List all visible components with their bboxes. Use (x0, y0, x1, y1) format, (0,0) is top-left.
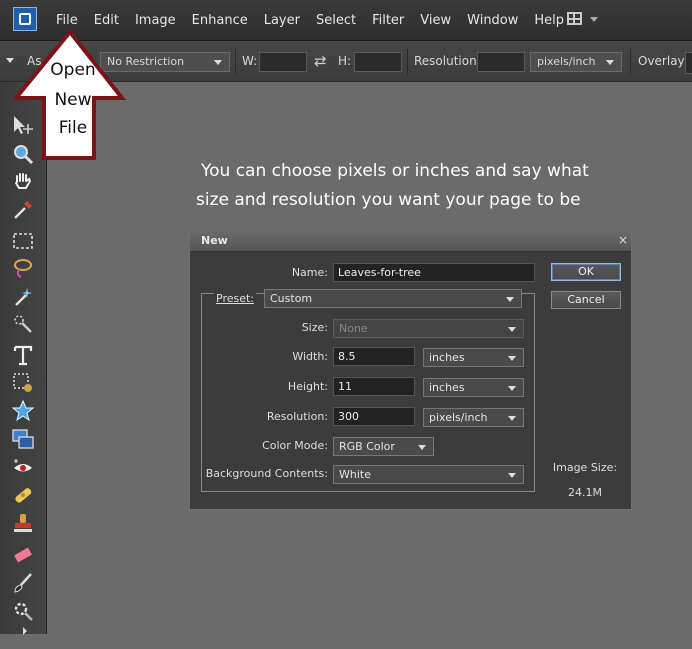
type-tool-icon[interactable] (11, 343, 35, 367)
swap-icon[interactable]: ⇄ (314, 52, 327, 70)
width-label: Width: (292, 350, 328, 363)
background-contents-value: White (339, 468, 371, 481)
height-input[interactable]: 11 (333, 377, 415, 396)
chevron-down-icon (418, 445, 426, 450)
instruction-line-1: You can choose pixels or inches and say … (201, 161, 589, 181)
width-unit-select[interactable]: inches (423, 348, 524, 367)
chevron-down-icon (508, 386, 516, 391)
chevron-down-icon (508, 416, 516, 421)
chevron-down-icon (590, 17, 598, 22)
lasso-tool-icon[interactable] (11, 257, 35, 281)
cancel-button[interactable]: Cancel (551, 291, 621, 309)
menu-window[interactable]: Window (459, 13, 526, 28)
pencil-tool-icon[interactable] (11, 625, 35, 649)
height-label: H: (338, 54, 352, 68)
width-label: W: (242, 54, 258, 68)
background-contents-select[interactable]: White (333, 465, 524, 484)
menu-select[interactable]: Select (308, 13, 364, 28)
divider (407, 49, 408, 75)
crop-tool-icon[interactable] (11, 371, 35, 395)
divider (630, 49, 631, 75)
image-size-value: 24.1M (568, 486, 602, 499)
hand-tool-icon[interactable] (11, 170, 35, 194)
menu-layer[interactable]: Layer (256, 13, 308, 28)
layout-grid-icon (567, 12, 582, 25)
resolution-label: Resolution: (414, 54, 481, 68)
chevron-down-icon (508, 356, 516, 361)
divider (235, 49, 236, 75)
close-icon[interactable]: × (618, 233, 628, 247)
preset-label: Preset: (214, 292, 257, 305)
magic-wand-tool-icon[interactable] (11, 285, 35, 309)
toolbox (0, 82, 47, 635)
color-mode-value: RGB Color (339, 440, 395, 453)
resolution-unit-value: pixels/inch (537, 55, 596, 68)
menu-image[interactable]: Image (127, 13, 184, 28)
marquee-tool-icon[interactable] (11, 229, 35, 253)
healing-brush-tool-icon[interactable] (11, 483, 35, 507)
resolution-label: Resolution: (266, 410, 328, 423)
width-input[interactable] (259, 52, 307, 72)
resolution-unit-select[interactable]: pixels/inch (530, 52, 622, 72)
new-file-dialog: New × Name: Leaves-for-tree Preset: Cust… (189, 230, 632, 510)
recompose-tool-icon[interactable] (11, 427, 35, 451)
background-contents-label: Background Contents: (205, 467, 328, 480)
app-logo-icon[interactable] (13, 7, 37, 31)
chevron-down-icon (506, 297, 514, 302)
callout-text-line-1: Open (50, 60, 96, 80)
menu-enhance[interactable]: Enhance (184, 13, 256, 28)
selection-brush-tool-icon[interactable] (11, 313, 35, 337)
chevron-down-icon (606, 60, 614, 65)
height-unit-select[interactable]: inches (423, 378, 524, 397)
width-unit-value: inches (429, 351, 465, 364)
name-input[interactable]: Leaves-for-tree (333, 263, 535, 282)
name-label: Name: (291, 266, 328, 279)
color-mode-label: Color Mode: (262, 439, 328, 452)
resolution-unit-select[interactable]: pixels/inch (423, 408, 524, 427)
red-eye-tool-icon[interactable] (11, 455, 35, 479)
chevron-down-icon (508, 327, 516, 332)
chevron-down-icon (508, 473, 516, 478)
height-label: Height: (287, 380, 328, 393)
menu-file[interactable]: File (48, 13, 86, 28)
size-select[interactable]: None (333, 319, 524, 338)
ok-button[interactable]: OK (551, 263, 621, 281)
resolution-unit-value: pixels/inch (429, 411, 488, 424)
custom-shape-tool-icon[interactable] (11, 399, 35, 423)
menu-filter[interactable]: Filter (364, 13, 412, 28)
resolution-input[interactable]: 300 (333, 407, 415, 426)
eyedropper-tool-icon[interactable] (11, 198, 35, 222)
width-input[interactable]: 8.5 (333, 347, 415, 366)
dialog-title: New (201, 234, 228, 247)
menu-items: File Edit Image Enhance Layer Select Fil… (48, 0, 572, 40)
preset-select[interactable]: Custom (264, 289, 522, 308)
clone-stamp-tool-icon[interactable] (11, 511, 35, 535)
size-label: Size: (301, 321, 328, 334)
options-menu-icon[interactable] (6, 58, 14, 63)
dialog-titlebar: New × (190, 231, 631, 252)
brush-tool-icon[interactable] (11, 571, 35, 595)
preset-value: Custom (270, 292, 313, 305)
height-unit-value: inches (429, 381, 465, 394)
menu-edit[interactable]: Edit (86, 13, 127, 28)
menu-view[interactable]: View (412, 13, 459, 28)
instruction-line-2: size and resolution you want your page t… (196, 190, 581, 210)
callout-text-line-3: File (58, 118, 88, 138)
overlay-label: Overlay: (638, 54, 688, 68)
smart-brush-tool-icon[interactable] (11, 599, 35, 623)
chevron-down-icon (214, 60, 222, 65)
color-mode-select[interactable]: RGB Color (333, 437, 434, 456)
workspace-layout-button[interactable] (564, 10, 602, 30)
image-size-label: Image Size: (552, 461, 618, 474)
eraser-tool-icon[interactable] (11, 543, 35, 567)
overlay-select[interactable] (685, 52, 692, 74)
resolution-input[interactable] (477, 52, 525, 72)
callout-text-line-2: New (54, 90, 92, 110)
size-value: None (339, 322, 368, 335)
height-input[interactable] (354, 52, 402, 72)
